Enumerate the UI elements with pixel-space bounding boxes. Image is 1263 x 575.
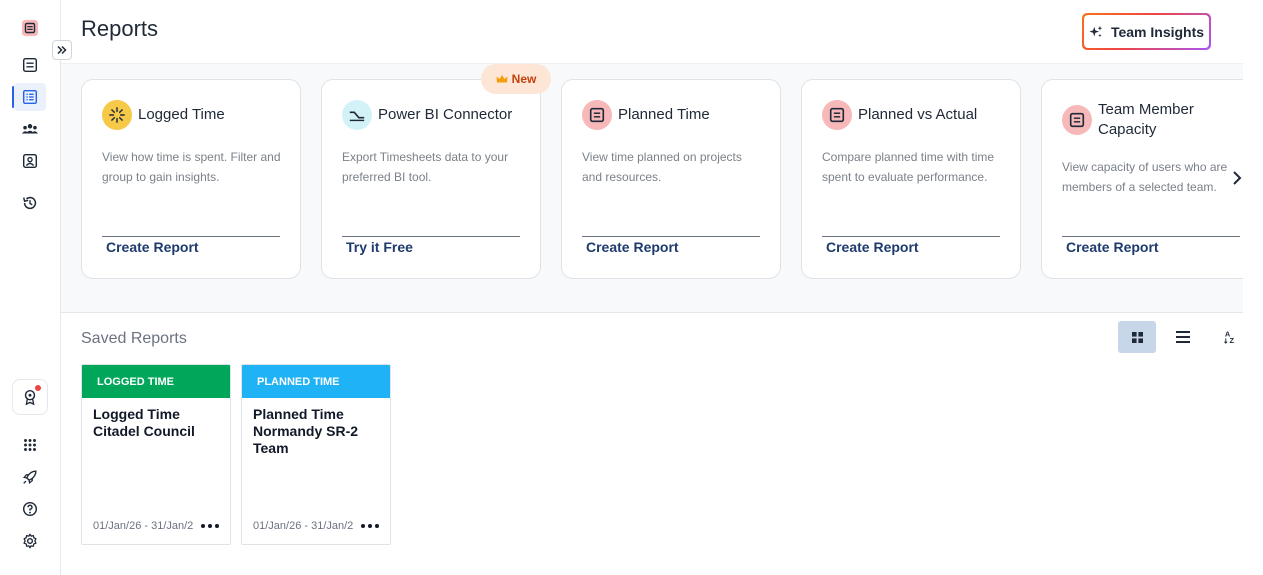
app-logo-icon[interactable] <box>14 14 46 42</box>
report-name: Planned Time Normandy SR-2 Team <box>253 406 359 456</box>
list-view-button[interactable] <box>1164 321 1202 353</box>
planned-doc-icon <box>1062 105 1092 135</box>
more-dots-icon <box>201 524 219 528</box>
next-templates-button[interactable] <box>1228 168 1246 188</box>
report-date-range: 01/Jan/26 - 31/Jan/26 <box>93 520 193 532</box>
template-card-planned-time[interactable]: Planned Time View time planned on projec… <box>561 79 781 279</box>
template-description: View how time is spent. Filter and group… <box>102 150 281 184</box>
team-insights-button[interactable]: Team Insights <box>1082 13 1211 50</box>
planned-doc-icon <box>822 100 852 130</box>
saved-reports-heading: Saved Reports <box>81 330 187 347</box>
template-description: Export Timesheets data to your preferred… <box>342 150 509 184</box>
sparkle-icon <box>1089 25 1103 37</box>
achievements-button[interactable] <box>12 379 48 415</box>
report-type-tag: LOGGED TIME <box>82 365 230 398</box>
svg-text:Z: Z <box>1229 336 1234 345</box>
divider <box>342 236 520 237</box>
divider <box>1062 236 1240 237</box>
new-badge-label: New <box>511 72 537 86</box>
team-icon[interactable] <box>14 115 46 143</box>
template-card-planned-vs-actual[interactable]: Planned vs Actual Compare planned time w… <box>801 79 1021 279</box>
grid-icon <box>1131 331 1143 343</box>
apps-grid-icon[interactable] <box>14 431 46 459</box>
create-report-link[interactable]: Create Report <box>826 239 919 255</box>
try-it-free-link[interactable]: Try it Free <box>346 239 413 255</box>
more-options-button[interactable] <box>200 519 220 533</box>
page-title: Reports <box>81 16 159 41</box>
timesheet-icon[interactable] <box>14 51 46 79</box>
sunburst-icon <box>102 100 132 130</box>
chevron-right-icon <box>1233 171 1242 185</box>
rocket-icon[interactable] <box>14 463 46 491</box>
report-name: Logged Time Citadel Council <box>93 406 195 439</box>
template-description: Compare planned time with time spent to … <box>822 150 995 184</box>
sort-az-button[interactable]: A Z <box>1210 321 1248 353</box>
create-report-link[interactable]: Create Report <box>586 239 679 255</box>
profile-card-icon[interactable] <box>14 147 46 175</box>
template-title: Planned vs Actual <box>858 106 978 123</box>
connector-icon <box>342 100 372 130</box>
divider <box>822 236 1000 237</box>
saved-report-card[interactable]: PLANNED TIME Planned Time Normandy SR-2 … <box>241 364 391 545</box>
more-options-button[interactable] <box>360 519 380 533</box>
planned-doc-icon <box>582 100 612 130</box>
team-insights-label: Team Insights <box>1110 23 1205 40</box>
template-card-logged-time[interactable]: Logged Time View how time is spent. Filt… <box>81 79 301 279</box>
create-report-link[interactable]: Create Report <box>1066 239 1159 255</box>
crown-icon <box>496 75 508 83</box>
create-report-link[interactable]: Create Report <box>106 239 199 255</box>
template-card-power-bi[interactable]: Power BI Connector Export Timesheets dat… <box>321 79 541 279</box>
reports-nav-icon[interactable] <box>12 83 46 111</box>
left-navigation-rail <box>0 0 61 575</box>
expand-sidebar-button[interactable] <box>52 40 72 60</box>
list-icon <box>1176 331 1190 343</box>
template-card-team-capacity[interactable]: Team Member Capacity View capacity of us… <box>1041 79 1243 279</box>
help-icon[interactable] <box>14 495 46 523</box>
template-description: View time planned on projects and resour… <box>582 150 742 184</box>
grid-view-button[interactable] <box>1118 321 1156 353</box>
template-title: Planned Time <box>618 106 710 123</box>
notification-dot <box>35 385 41 391</box>
history-icon[interactable] <box>14 189 46 217</box>
divider <box>102 236 280 237</box>
report-type-tag: PLANNED TIME <box>242 365 390 398</box>
template-description: View capacity of users who are members o… <box>1062 160 1228 194</box>
divider <box>582 236 760 237</box>
template-title: Logged Time <box>138 106 225 123</box>
sort-az-icon: A Z <box>1223 330 1234 345</box>
settings-gear-icon[interactable] <box>14 527 46 555</box>
saved-report-card[interactable]: LOGGED TIME Logged Time Citadel Council … <box>81 364 231 545</box>
double-chevron-right-icon <box>57 45 67 55</box>
more-dots-icon <box>361 524 379 528</box>
report-templates-strip: Logged Time View how time is spent. Filt… <box>61 63 1243 313</box>
report-date-range: 01/Jan/26 - 31/Jan/26 <box>253 520 353 532</box>
template-title: Team Member Capacity <box>1098 101 1194 138</box>
template-title: Power BI Connector <box>378 106 513 123</box>
new-badge: New <box>481 64 551 94</box>
